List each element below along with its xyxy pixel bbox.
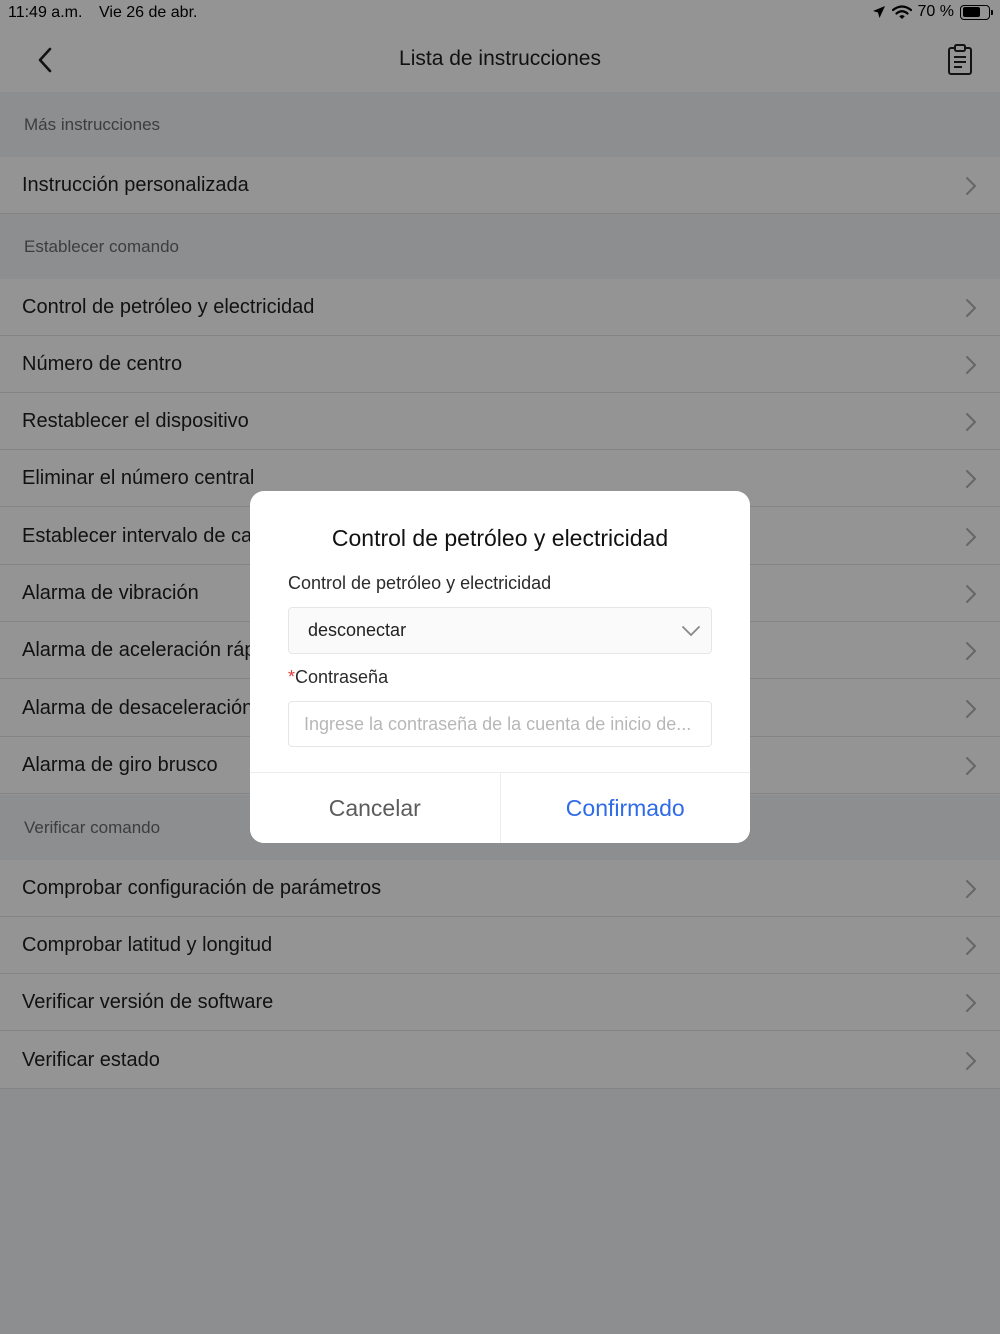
field-label: Control de petróleo y electricidad (288, 573, 552, 593)
confirm-button[interactable]: Confirmado (500, 773, 750, 843)
select-value: desconectar (308, 620, 407, 640)
chevron-down-icon (682, 626, 700, 637)
command-select[interactable]: desconectar (288, 607, 712, 654)
password-label-text: Contraseña (295, 667, 389, 687)
cancel-button[interactable]: Cancelar (250, 773, 501, 843)
password-label: *Contraseña (288, 667, 388, 688)
required-mark: * (288, 667, 296, 687)
dialog-actions: Cancelar Confirmado (250, 772, 750, 843)
dialog-title: Control de petróleo y electricidad (331, 525, 669, 551)
password-input[interactable] (288, 701, 712, 747)
command-dialog: Control de petróleo y electricidad Contr… (250, 491, 750, 843)
